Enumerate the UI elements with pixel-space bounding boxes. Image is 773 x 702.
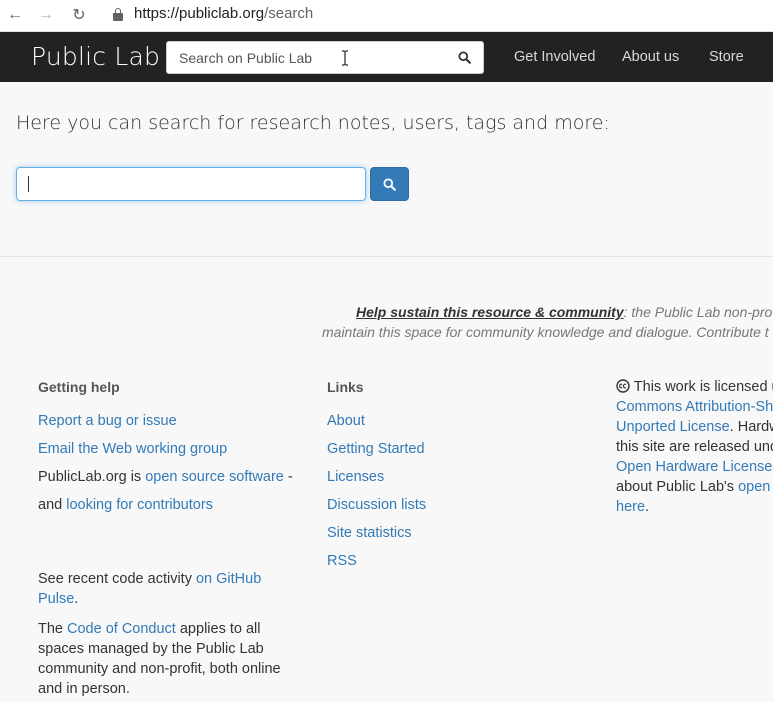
- contributors-line: and looking for contributors: [38, 497, 213, 513]
- oss-suffix: -: [283, 469, 293, 485]
- navbar-search-button[interactable]: [445, 42, 483, 73]
- sustain-text-line2: maintain this space for community knowle…: [322, 324, 769, 340]
- open-source-link[interactable]: open source software: [145, 469, 284, 485]
- github-pulse-link[interactable]: Pulse: [38, 591, 74, 607]
- github-link[interactable]: on GitHub: [196, 571, 261, 587]
- lock-icon[interactable]: [113, 8, 123, 22]
- license-text-6: about Public Lab's: [616, 479, 739, 495]
- code-of-conduct-link[interactable]: Code of Conduct: [67, 621, 176, 637]
- navbar-search: [166, 41, 484, 74]
- footer-link-rss[interactable]: RSS: [327, 553, 357, 569]
- license-end: .: [645, 499, 650, 515]
- open-hardware-license-link[interactable]: Open Hardware License: [616, 459, 772, 475]
- forward-arrow-icon[interactable]: →: [35, 4, 57, 26]
- main-search-button[interactable]: [370, 167, 409, 201]
- license-line-1: This work is licensed u: [616, 379, 773, 395]
- here-link[interactable]: here: [616, 499, 645, 515]
- footer-link-getting-started[interactable]: Getting Started: [327, 441, 425, 457]
- address-bar[interactable]: https://publiclab.org/search: [134, 5, 313, 22]
- license-line-4: this site are released und: [616, 439, 773, 455]
- footer-link-licenses[interactable]: Licenses: [327, 469, 384, 485]
- coc-line-4: and in person.: [38, 681, 130, 697]
- license-text-3: . Hardw: [729, 419, 773, 435]
- footer-link-about[interactable]: About: [327, 413, 365, 429]
- email-working-group-link[interactable]: Email the Web working group: [38, 441, 227, 457]
- license-text-1: This work is licensed u: [630, 379, 773, 395]
- brand-logo[interactable]: Public Lab: [31, 42, 160, 71]
- footer-link-site-statistics[interactable]: Site statistics: [327, 525, 412, 541]
- report-bug-link[interactable]: Report a bug or issue: [38, 413, 177, 429]
- oss-prefix: PublicLab.org is: [38, 469, 146, 485]
- url-host: https://publiclab.org: [134, 5, 265, 22]
- github-line: See recent code activity on GitHub: [38, 571, 261, 587]
- coc-the: The: [38, 621, 68, 637]
- nav-get-involved[interactable]: Get Involved: [514, 49, 595, 65]
- links-heading: Links: [327, 379, 364, 395]
- coc-text-1: applies to all: [175, 621, 261, 637]
- license-line-3: Unported License. Hardw: [616, 419, 773, 435]
- back-arrow-icon[interactable]: ←: [4, 4, 26, 26]
- main-search-input[interactable]: [17, 168, 365, 200]
- license-line-6: about Public Lab's open: [616, 479, 770, 495]
- license-line-7: here.: [616, 499, 649, 515]
- footer-divider: [0, 256, 773, 257]
- reload-icon[interactable]: ↻: [68, 4, 90, 26]
- github-prefix: See recent code activity: [38, 571, 196, 587]
- navbar-search-input[interactable]: [167, 42, 446, 73]
- contributors-link[interactable]: looking for contributors: [66, 497, 213, 513]
- unported-license-link[interactable]: Unported License: [616, 419, 730, 435]
- coc-line-3: community and non-profit, both online: [38, 661, 281, 677]
- cc-license-link[interactable]: Commons Attribution-Sha: [616, 399, 773, 415]
- open-source-line: PublicLab.org is open source software -: [38, 469, 293, 485]
- creative-commons-icon: [616, 379, 630, 393]
- text-caret: [28, 176, 29, 192]
- nav-about-us[interactable]: About us: [622, 49, 679, 65]
- search-icon: [383, 177, 396, 191]
- main-search-field: [16, 167, 366, 201]
- getting-help-heading: Getting help: [38, 379, 120, 395]
- coc-line-1: The Code of Conduct applies to all: [38, 621, 260, 637]
- nav-store[interactable]: Store: [709, 49, 744, 65]
- open-link[interactable]: open: [738, 479, 770, 495]
- text-cursor-icon: [342, 50, 348, 66]
- coc-line-2: spaces managed by the Public Lab: [38, 641, 264, 657]
- footer-link-discussion-lists[interactable]: Discussion lists: [327, 497, 426, 513]
- and-text: and: [38, 497, 67, 513]
- url-path: /search: [264, 5, 314, 22]
- search-icon: [457, 51, 471, 64]
- search-intro-text: Here you can search for research notes, …: [16, 112, 610, 134]
- github-suffix: .: [74, 591, 79, 607]
- license-line-5: Open Hardware License: [616, 459, 772, 475]
- github-line-2: Pulse.: [38, 591, 78, 607]
- top-navbar: Public Lab Get Involved About us Store: [0, 32, 773, 82]
- browser-toolbar: ← → ↻ https://publiclab.org/search: [0, 0, 773, 32]
- sustain-text: : the Public Lab non-pro: [623, 304, 773, 320]
- sustain-link[interactable]: Help sustain this resource & community: [356, 304, 624, 320]
